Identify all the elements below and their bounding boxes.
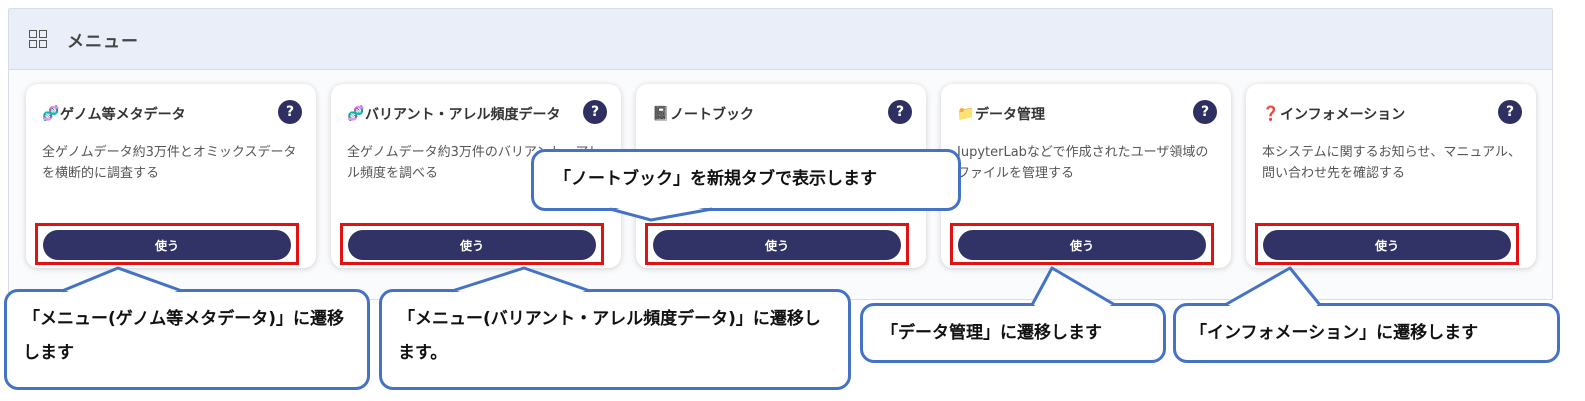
use-button[interactable]: 使う [653, 230, 901, 260]
question-icon: ❓ [1262, 106, 1280, 122]
highlight-frame: 使う [35, 223, 299, 265]
callout-information: 「インフォメーション」に遷移します [1173, 303, 1560, 363]
use-button[interactable]: 使う [958, 230, 1206, 260]
card-description: 全ゲノムデータ約3万件とオミックスデータを横断的に調査する [42, 145, 297, 181]
card-title: ノートブック [670, 107, 754, 123]
card-data-management: 📁 データ管理 ? JupyterLabなどで作成されたユーザ領域のファイルを管… [941, 84, 1231, 268]
help-button[interactable]: ? [1193, 100, 1217, 124]
folder-icon: 📁 [957, 106, 975, 122]
card-description: 本システムに関するお知らせ、マニュアル、問い合わせ先を確認する [1262, 145, 1521, 181]
help-button[interactable]: ? [1498, 100, 1522, 124]
help-button[interactable]: ? [888, 100, 912, 124]
help-button[interactable]: ? [583, 100, 607, 124]
card-information: ❓ インフォメーション ? 本システムに関するお知らせ、マニュアル、問い合わせ先… [1246, 84, 1536, 268]
grid-icon [29, 30, 47, 48]
notebook-icon: 📓 [652, 106, 670, 122]
highlight-frame: 使う [645, 223, 909, 265]
use-button[interactable]: 使う [43, 230, 291, 260]
callout-genome-metadata: 「メニュー(ゲノム等メタデータ)」に遷移します [4, 289, 370, 390]
page-title: メニュー [67, 31, 139, 52]
dna-icon: 🧬 [347, 106, 365, 122]
card-title: インフォメーション [1280, 107, 1406, 123]
callout-data-management: 「データ管理」に遷移します [860, 303, 1166, 363]
highlight-frame: 使う [340, 223, 604, 265]
menu-header: メニュー [9, 9, 1552, 70]
callout-notebook: 「ノートブック」を新規タブで表示します [531, 149, 961, 211]
card-title: バリアント・アレル頻度データ [365, 107, 561, 123]
card-title: データ管理 [975, 107, 1045, 123]
use-button[interactable]: 使う [348, 230, 596, 260]
card-title: ゲノム等メタデータ [60, 107, 186, 123]
dna-icon: 🧬 [42, 106, 60, 122]
help-button[interactable]: ? [278, 100, 302, 124]
use-button[interactable]: 使う [1263, 230, 1511, 260]
highlight-frame: 使う [950, 223, 1214, 265]
card-description: JupyterLabなどで作成されたユーザ領域のファイルを管理する [957, 145, 1209, 181]
card-genome-metadata: 🧬 ゲノム等メタデータ ? 全ゲノムデータ約3万件とオミックスデータを横断的に調… [26, 84, 316, 268]
callout-variant-allele: 「メニュー(バリアント・アレル頻度データ)」に遷移します。 [379, 289, 851, 390]
highlight-frame: 使う [1255, 223, 1519, 265]
